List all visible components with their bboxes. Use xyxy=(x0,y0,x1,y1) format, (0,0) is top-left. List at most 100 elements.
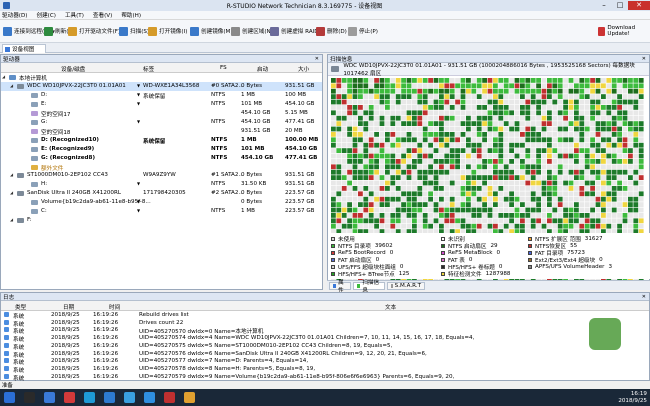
drive-row[interactable]: ◢ ST1000DM010-2EP102 CC43 W9A9Z9YW #1 SATA2… xyxy=(1,171,322,180)
log-row[interactable]: 系统 2018/9/25 16:19:26 UID=405270570 dwIdx=0… xyxy=(1,326,649,335)
menu-item[interactable]: 查看(V) xyxy=(93,11,112,19)
column-header[interactable]: 类型 xyxy=(15,303,26,311)
drive-row[interactable]: ◢ WDC WD10JPVX-22JC3T0 01.01A01 WD-WXE1A34… xyxy=(1,81,322,91)
column-header[interactable]: 启动 xyxy=(257,65,268,73)
chevron-down-icon[interactable]: ▼ xyxy=(137,119,140,124)
scan-block xyxy=(455,213,460,218)
taskbar-app-icon[interactable] xyxy=(24,392,35,403)
scan-block xyxy=(390,180,396,186)
taskbar-app-icon[interactable] xyxy=(64,392,75,403)
log-row[interactable]: 系统 2018/9/25 16:19:26 Rebuild drives list xyxy=(1,311,649,320)
scan-block xyxy=(622,191,628,197)
scan-block xyxy=(628,164,633,170)
column-header[interactable]: 大小 xyxy=(298,65,309,73)
menu-item[interactable]: 创建(C) xyxy=(36,11,55,19)
close-icon[interactable]: ✕ xyxy=(315,56,322,62)
maximize-button[interactable]: □ xyxy=(612,1,628,10)
legend-swatch xyxy=(441,258,445,262)
drive-row[interactable]: ◢ SanDisk Ultra II 240GB X41200RL 17179842… xyxy=(1,189,322,198)
drive-row[interactable]: G: (Recognized8) NTFS 454.10 GB 477.41 GB xyxy=(1,154,322,163)
drive-row[interactable]: D: 系统保留 NTFS 1 MB 100 MB ▼ xyxy=(1,91,322,100)
drive-row[interactable]: 空的空间18 931.51 GB 20 MB xyxy=(1,127,322,136)
column-header[interactable]: 设备/磁盘 xyxy=(61,65,85,73)
scan-tab[interactable]: 扫描信息 xyxy=(353,280,385,294)
menu-item[interactable]: 工具(T) xyxy=(65,11,84,19)
toolbar-button[interactable]: 打开镜像(I) xyxy=(148,23,187,39)
chevron-down-icon[interactable]: ▼ xyxy=(137,92,140,97)
scan-block xyxy=(412,213,417,218)
toolbar-button[interactable]: 创建区域(N) xyxy=(231,23,273,39)
scan-block xyxy=(406,223,412,229)
scan-block xyxy=(628,94,633,99)
toolbar-button[interactable]: 删除(D) xyxy=(316,23,347,39)
minimize-button[interactable]: – xyxy=(596,1,612,10)
tab-device-view[interactable]: 设备视图 xyxy=(2,44,46,53)
chevron-down-icon[interactable]: ▼ xyxy=(137,101,140,106)
scan-block xyxy=(563,78,568,83)
drive-row[interactable]: G: NTFS 454.10 GB 477.41 GB ▼ xyxy=(1,118,322,127)
scan-block xyxy=(547,115,552,121)
scan-block xyxy=(385,196,390,202)
close-button[interactable]: ✕ xyxy=(628,1,650,10)
scan-tab[interactable]: S.M.A.R.T xyxy=(387,282,425,290)
scan-block xyxy=(336,88,342,94)
scan-block xyxy=(509,110,514,116)
log-row[interactable]: 系统 2018/9/25 16:19:26 UID=405270579 dwIdx=9… xyxy=(1,373,649,382)
taskbar-app-icon[interactable] xyxy=(4,392,15,403)
chevron-down-icon[interactable]: ▼ xyxy=(137,181,140,186)
taskbar-app-icon[interactable] xyxy=(124,392,135,403)
expand-icon[interactable]: ◢ xyxy=(10,172,13,177)
scan-block xyxy=(406,110,412,116)
toolbar-button[interactable]: 创建镜像(M) xyxy=(190,23,233,39)
taskbar-app-icon[interactable] xyxy=(184,392,195,403)
scan-block xyxy=(557,142,563,148)
drive-row[interactable]: D: (Recognized10) 系统保留 NTFS 1 MB 100.00 MB xyxy=(1,136,322,145)
close-icon[interactable]: ✕ xyxy=(642,294,649,300)
log-row[interactable]: 系统 2018/9/25 16:19:26 UID=405270577 dwIdx=7… xyxy=(1,357,649,366)
taskbar-app-icon[interactable] xyxy=(164,392,175,403)
taskbar-app-icon[interactable] xyxy=(44,392,55,403)
column-header[interactable]: 时间 xyxy=(109,303,120,311)
taskbar-app-icon[interactable] xyxy=(84,392,95,403)
menu-item[interactable]: 驱动器(D) xyxy=(2,11,27,19)
scan-tab[interactable]: 属性 xyxy=(329,280,351,294)
scan-block xyxy=(433,164,439,170)
scan-block xyxy=(525,83,531,89)
drive-row[interactable]: E: NTFS 101 MB 454.10 GB ▼ xyxy=(1,100,322,109)
drive-row[interactable]: 空的空间17 454.10 GB 5.15 MB xyxy=(1,109,322,118)
log-row[interactable]: 系统 2018/9/25 16:19:26 Drives count 22 xyxy=(1,319,649,328)
expand-icon[interactable]: ◢ xyxy=(10,190,13,195)
chevron-down-icon[interactable]: ▼ xyxy=(137,208,140,213)
expand-icon[interactable]: ◢ xyxy=(10,217,13,222)
taskbar-app-icon[interactable] xyxy=(104,392,115,403)
drive-row[interactable]: C: NTFS 1 MB 223.57 GB ▼ xyxy=(1,207,322,216)
scan-block xyxy=(628,137,633,143)
column-header[interactable]: 文本 xyxy=(385,303,396,311)
scan-block xyxy=(449,186,455,191)
drive-name: SanDisk Ultra II 240GB X41200RL xyxy=(27,190,121,197)
drive-row[interactable]: Volume{b19c2da9-ab61-11e8-b95f-8... 0 Byt… xyxy=(1,198,322,207)
column-header[interactable]: 日期 xyxy=(63,303,74,311)
log-row[interactable]: 系统 2018/9/25 16:19:26 UID=405270578 dwIdx=8… xyxy=(1,365,649,374)
chevron-down-icon[interactable]: ▼ xyxy=(137,199,140,204)
drive-row[interactable]: H: NTFS 31.50 KB 931.51 GB ▼ xyxy=(1,180,322,189)
drive-row[interactable]: ◢ 本地计算机 xyxy=(1,73,322,82)
expand-icon[interactable]: ◢ xyxy=(2,74,5,79)
toolbar-button[interactable]: Download Update! xyxy=(598,23,650,39)
log-row[interactable]: 系统 2018/9/25 16:19:26 UID=405270574 dwIdx=4… xyxy=(1,334,649,343)
log-row[interactable]: 系统 2018/9/25 16:19:26 UID=405270576 dwIdx=6… xyxy=(1,350,649,359)
toolbar-button[interactable]: 停止(P) xyxy=(348,23,378,39)
expand-icon[interactable]: ◢ xyxy=(10,83,13,88)
taskbar-app-icon[interactable] xyxy=(144,392,155,403)
chevron-down-icon[interactable]: ▼ xyxy=(137,83,140,88)
taskbar-clock[interactable]: 16:19 2018/9/25 xyxy=(618,391,647,404)
column-header[interactable]: FS xyxy=(220,65,227,71)
drive-row[interactable]: 额外文件 xyxy=(1,163,322,172)
drive-row[interactable]: ◢ F: xyxy=(1,216,322,225)
drive-row[interactable]: E: (Recognized9) NTFS 101 MB 454.10 GB xyxy=(1,145,322,154)
menu-item[interactable]: 帮助(H) xyxy=(121,11,141,19)
column-header[interactable]: 标签 xyxy=(143,65,154,73)
log-row[interactable]: 系统 2018/9/25 16:19:26 UID=405270575 dwIdx=5… xyxy=(1,342,649,351)
scan-block xyxy=(466,223,471,229)
toolbar-button[interactable]: 打开驱动文件(F) xyxy=(68,23,120,39)
